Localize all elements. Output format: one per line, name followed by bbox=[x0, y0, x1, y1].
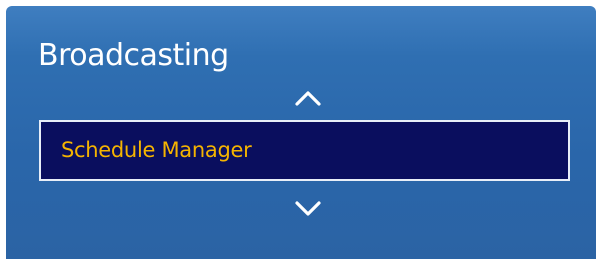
menu-item-label: Schedule Manager bbox=[61, 138, 252, 162]
chevron-up-icon bbox=[295, 91, 321, 106]
scroll-up-button[interactable] bbox=[288, 86, 328, 110]
menu-item-schedule-manager[interactable]: Schedule Manager bbox=[39, 120, 570, 181]
scroll-down-button[interactable] bbox=[288, 197, 328, 221]
menu-title: Broadcasting bbox=[38, 38, 229, 73]
broadcasting-menu-panel: Broadcasting Schedule Manager bbox=[6, 6, 596, 259]
chevron-down-icon bbox=[295, 201, 321, 216]
